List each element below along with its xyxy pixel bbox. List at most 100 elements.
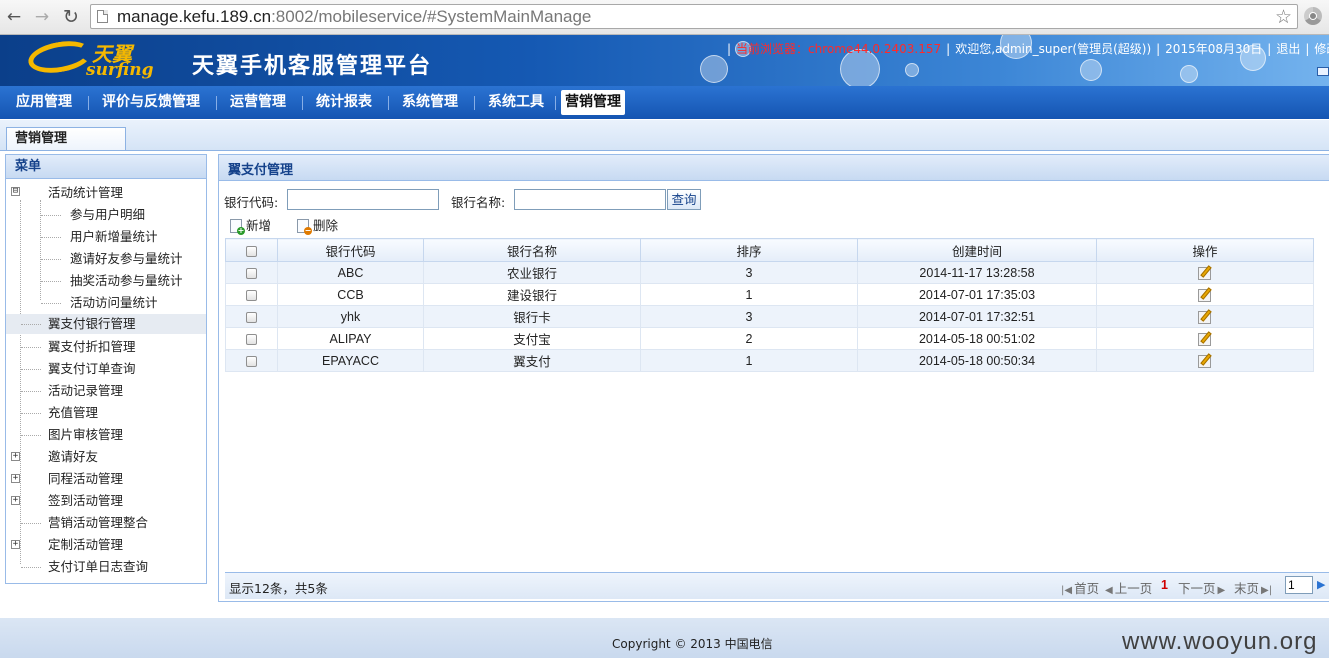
address-bar[interactable]: manage.kefu.189.cn:8002/mobileservice/#S… (90, 4, 1298, 29)
go-page-icon[interactable]: ▶ (1317, 578, 1325, 591)
cell-created: 2014-07-01 17:35:03 (857, 283, 1097, 306)
nav-system-manage[interactable]: 系统管理 (398, 90, 462, 115)
edit-icon[interactable] (1197, 264, 1213, 281)
cell-name: 农业银行 (423, 261, 641, 284)
col-header-name[interactable]: 银行名称 (423, 238, 641, 262)
window-icon[interactable] (1317, 67, 1329, 76)
edit-icon[interactable] (1197, 286, 1213, 303)
menu-item-discount-manage[interactable]: 翼支付折扣管理 (48, 337, 136, 357)
cell-action (1096, 305, 1314, 328)
tree-line (41, 237, 61, 239)
col-header-code[interactable]: 银行代码 (277, 238, 424, 262)
table-row[interactable]: ALIPAY 支付宝 2 2014-05-18 00:51:02 (225, 327, 1314, 350)
row-checkbox[interactable] (246, 333, 257, 345)
last-page-button[interactable]: 末页 ▶| (1234, 578, 1274, 597)
tree-line (21, 435, 41, 437)
menu-item-image-review[interactable]: 图片审核管理 (48, 425, 123, 445)
logout-link[interactable]: 退出 (1276, 42, 1300, 56)
collapse-toggle-icon[interactable]: ⊟ (11, 187, 20, 196)
delete-button[interactable]: − 删除 (297, 217, 338, 235)
add-button[interactable]: + 新增 (230, 217, 271, 235)
row-checkbox[interactable] (246, 267, 257, 279)
nav-app-manage[interactable]: 应用管理 (12, 90, 76, 115)
row-checkbox[interactable] (246, 311, 257, 323)
table-row[interactable]: ABC 农业银行 3 2014-11-17 13:28:58 (225, 261, 1314, 284)
back-arrow-icon[interactable]: ← (3, 6, 25, 28)
expand-toggle-icon[interactable]: + (11, 540, 20, 549)
nav-separator (216, 96, 217, 110)
expand-toggle-icon[interactable]: + (11, 474, 20, 483)
col-header-created[interactable]: 创建时间 (857, 238, 1097, 262)
menu-item-invite-stats[interactable]: 邀请好友参与量统计 (70, 249, 183, 269)
decor-bubble (905, 63, 919, 77)
col-header-sort[interactable]: 排序 (640, 238, 858, 262)
menu-item-bank-manage-selected[interactable]: 翼支付银行管理 (6, 314, 206, 334)
forward-arrow-icon[interactable]: → (31, 6, 53, 28)
modify-link[interactable]: 修改 (1314, 42, 1329, 56)
row-checkbox[interactable] (246, 355, 257, 367)
menu-item-participant-detail[interactable]: 参与用户明细 (70, 205, 145, 225)
page-number-input[interactable] (1285, 576, 1313, 594)
menu-item-visit-stats[interactable]: 活动访问量统计 (70, 293, 158, 313)
add-icon: + (230, 219, 245, 235)
next-page-label: 下一页 (1178, 581, 1216, 596)
url-text[interactable]: manage.kefu.189.cn:8002/mobileservice/#S… (117, 7, 591, 27)
row-checkbox[interactable] (246, 289, 257, 301)
menu-item-activity-record[interactable]: 活动记录管理 (48, 381, 123, 401)
prev-page-button[interactable]: ◀ 上一页 (1105, 578, 1152, 597)
select-all-header (225, 238, 278, 262)
expand-toggle-icon[interactable]: + (11, 496, 20, 505)
table-header-row: 银行代码 银行名称 排序 创建时间 操作 (225, 238, 1314, 262)
table-row[interactable]: yhk 银行卡 3 2014-07-01 17:32:51 (225, 305, 1314, 328)
menu-item-lottery-stats[interactable]: 抽奖活动参与量统计 (70, 271, 183, 291)
next-page-button[interactable]: 下一页 ▶ (1178, 578, 1227, 597)
first-page-button[interactable]: |◀ 首页 (1061, 578, 1099, 597)
bank-code-input[interactable] (287, 189, 439, 210)
row-select-cell (225, 305, 278, 328)
cell-created: 2014-05-18 00:50:34 (857, 349, 1097, 372)
menu-item-invite-friends[interactable]: 邀请好友 (48, 447, 98, 467)
nav-feedback-manage[interactable]: 评价与反馈管理 (98, 90, 204, 115)
nav-marketing-manage[interactable]: 营销管理 (561, 90, 625, 115)
bank-name-input[interactable] (514, 189, 666, 210)
cell-code: CCB (277, 283, 424, 306)
bookmark-star-icon[interactable]: ☆ (1275, 6, 1292, 28)
table-row[interactable]: CCB 建设银行 1 2014-07-01 17:35:03 (225, 283, 1314, 306)
table-row[interactable]: EPAYACC 翼支付 1 2014-05-18 00:50:34 (225, 349, 1314, 372)
cell-sort: 1 (640, 349, 858, 372)
tree-line (21, 523, 41, 525)
cell-code: yhk (277, 305, 424, 328)
tree-line (21, 347, 41, 349)
nav-system-tools[interactable]: 系统工具 (484, 90, 548, 115)
menu-item-tongcheng[interactable]: 同程活动管理 (48, 469, 123, 489)
grid-toolbar: + 新增 − 删除 (224, 214, 1329, 238)
nav-statistics-report[interactable]: 统计报表 (312, 90, 376, 115)
browser-menu-icon[interactable] (1304, 7, 1322, 25)
row-select-cell (225, 283, 278, 306)
reload-icon[interactable]: ↻ (60, 6, 82, 28)
tab-marketing-manage[interactable]: 营销管理 (6, 127, 126, 150)
nav-operation-manage[interactable]: 运营管理 (226, 90, 290, 115)
delete-icon: − (297, 219, 312, 235)
nav-separator (555, 96, 556, 110)
menu-item-activity-stats[interactable]: 活动统计管理 (48, 183, 123, 203)
search-button[interactable]: 查询 (667, 189, 701, 210)
cell-created: 2014-11-17 13:28:58 (857, 261, 1097, 284)
browser-toolbar: ← → ↻ manage.kefu.189.cn:8002/mobileserv… (0, 0, 1329, 35)
current-page: 1 (1161, 578, 1168, 592)
select-all-checkbox[interactable] (246, 245, 257, 257)
search-bar: 银行代码: 银行名称: 查询 (219, 185, 1329, 215)
expand-toggle-icon[interactable]: + (11, 452, 20, 461)
menu-item-new-user-stats[interactable]: 用户新增量统计 (70, 227, 158, 247)
menu-item-order-query[interactable]: 翼支付订单查询 (48, 359, 136, 379)
nav-separator (388, 96, 389, 110)
edit-icon[interactable] (1197, 330, 1213, 347)
menu-item-marketing-integration[interactable]: 营销活动管理整合 (48, 513, 148, 533)
menu-item-payment-log[interactable]: 支付订单日志查询 (48, 557, 148, 577)
menu-item-recharge-manage[interactable]: 充值管理 (48, 403, 98, 423)
menu-item-checkin[interactable]: 签到活动管理 (48, 491, 123, 511)
delete-label: 删除 (313, 218, 339, 233)
menu-item-custom-activity[interactable]: 定制活动管理 (48, 535, 123, 555)
edit-icon[interactable] (1197, 308, 1213, 325)
edit-icon[interactable] (1197, 352, 1213, 369)
